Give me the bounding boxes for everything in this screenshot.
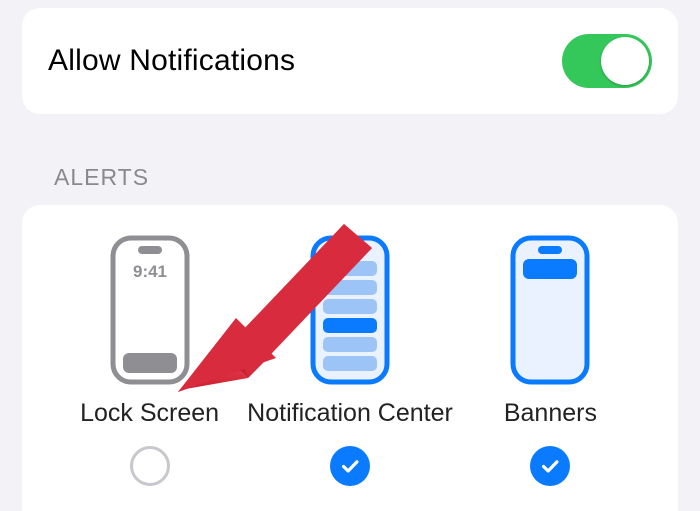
allow-notifications-label: Allow Notifications [48, 44, 295, 78]
alert-option-banners[interactable]: Banners [453, 235, 648, 486]
phone-notification-center-icon [310, 235, 390, 385]
allow-notifications-row[interactable]: Allow Notifications [22, 8, 678, 114]
alert-option-notification-center[interactable]: Notification Center [247, 235, 453, 486]
alert-label-lock-screen: Lock Screen [80, 399, 219, 428]
alert-check-lock-screen[interactable] [130, 446, 170, 486]
checkmark-icon [339, 455, 361, 477]
phone-banner-icon [510, 235, 590, 385]
alert-label-banners: Banners [504, 399, 597, 428]
alert-check-notification-center[interactable] [330, 446, 370, 486]
alerts-section-header: ALERTS [22, 164, 678, 191]
allow-notifications-toggle[interactable] [562, 34, 652, 88]
alert-option-lock-screen[interactable]: 9:41 Lock Screen [52, 235, 247, 486]
phone-lockscreen-icon: 9:41 [110, 235, 190, 385]
settings-screen: Allow Notifications ALERTS 9:41 [0, 8, 700, 511]
alerts-row: 9:41 Lock Screen [52, 235, 648, 486]
checkmark-icon [539, 455, 561, 477]
svg-text:9:41: 9:41 [133, 262, 167, 281]
toggle-knob [601, 37, 649, 85]
alerts-card: 9:41 Lock Screen [22, 205, 678, 511]
alert-check-banners[interactable] [530, 446, 570, 486]
alert-label-notification-center: Notification Center [247, 399, 453, 428]
